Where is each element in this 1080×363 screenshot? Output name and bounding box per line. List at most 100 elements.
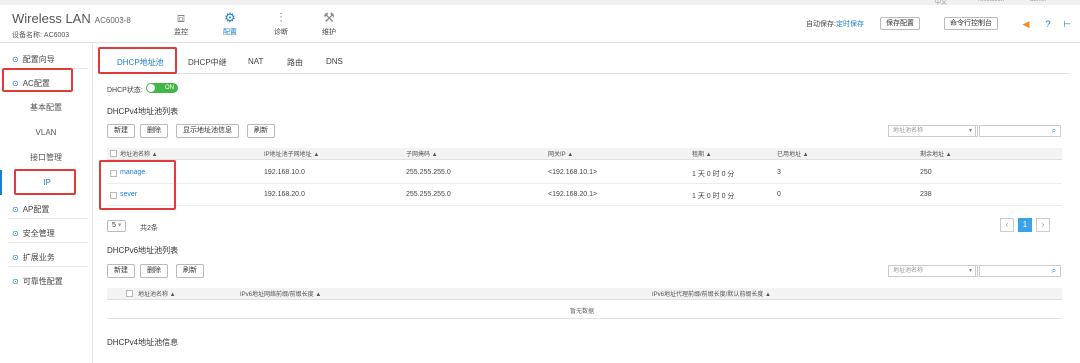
v4-search-field[interactable]: 地址池名称 — [888, 125, 976, 137]
chevron-down-icon[interactable]: ▾ — [964, 125, 978, 137]
row-checkbox[interactable] — [110, 192, 117, 199]
v4-show-info-button[interactable]: 显示地址池信息 — [176, 124, 239, 138]
device-name: 设备名称: AC6003 — [12, 32, 70, 39]
col-gateway[interactable]: 网关IP ▲ — [548, 149, 573, 158]
nav-maintain[interactable]: ⚒ 维护 — [314, 9, 344, 37]
next-page-button[interactable]: › — [1036, 218, 1050, 232]
subnet-cell: 192.168.10.0 — [264, 169, 305, 176]
tab-dhcp-pool[interactable]: DHCP地址池 — [117, 57, 164, 68]
free-cell: 250 — [920, 169, 932, 176]
divider — [8, 266, 88, 267]
monitor-icon: ⧈ — [176, 10, 186, 25]
prev-page-button[interactable]: ‹ — [1000, 218, 1014, 232]
select-all-checkbox[interactable] — [110, 150, 117, 157]
select-all-checkbox[interactable] — [126, 290, 133, 297]
col-pool-name[interactable]: 地址池名称 ▲ — [138, 289, 176, 298]
v6-table-header: 地址池名称 ▲ IPv6地址网络前缀/前缀长度 ▲ IPv6地址代理前缀/前缀长… — [107, 288, 1062, 300]
table-row[interactable]: manage 192.168.10.0 255.255.255.0 <192.1… — [107, 162, 1062, 184]
dhcp-toggle[interactable]: ON — [146, 83, 178, 93]
sidebar: ⊙ 配置向导 ⊙ AC配置 基本配置 VLAN 接口管理 IP ⊙ AP配置 ⊙ 安全管… — [0, 43, 93, 363]
nav-config[interactable]: ⚙ 配置 — [215, 9, 245, 37]
sidebar-sub-ip[interactable]: IP — [0, 170, 92, 195]
sliders-icon: ⫶ — [279, 10, 283, 25]
sidebar-item-security[interactable]: ⊙ 安全管理 — [12, 228, 55, 239]
used-cell: 3 — [777, 169, 781, 176]
brand: Wireless LAN AC6003-8 — [12, 11, 131, 26]
nav-diagnose[interactable]: ⫶ 诊断 — [266, 9, 296, 37]
sidebar-sub-interface[interactable]: 接口管理 — [0, 145, 92, 170]
pool-name-link[interactable]: manage — [120, 169, 145, 176]
row-checkbox[interactable] — [110, 170, 117, 177]
console-button[interactable]: 命令行控制台 — [944, 17, 998, 30]
lease-cell: 1 天 0 时 0 分 — [692, 171, 735, 178]
col-free[interactable]: 剩余地址 ▲ — [920, 149, 952, 158]
autosave-link[interactable]: 定时保存 — [836, 21, 864, 28]
lease-cell: 1 天 0 时 0 分 — [692, 193, 735, 200]
v6-new-button[interactable]: 新建 — [107, 264, 135, 278]
col-subnet[interactable]: IP地址池子网地址 ▲ — [264, 149, 319, 158]
gear-icon: ⚙ — [224, 10, 236, 25]
sidebar-item-ac-config[interactable]: ⊙ AC配置 — [12, 78, 50, 89]
chevron-down-icon[interactable]: ▾ — [964, 265, 978, 277]
col-used[interactable]: 已用地址 ▲ — [777, 149, 809, 158]
tab-dns[interactable]: DNS — [326, 57, 343, 66]
sidebar-sub-vlan[interactable]: VLAN — [0, 120, 92, 145]
col-v6-proxy-prefix[interactable]: IPv6地址代理前缀/前缀长度/默认前缀长度 ▲ — [652, 289, 771, 298]
sidebar-item-extended[interactable]: ⊙ 扩展业务 — [12, 252, 55, 263]
table-row[interactable]: sever 192.168.20.0 255.255.255.0 <192.16… — [107, 184, 1062, 206]
col-v6-prefix[interactable]: IPv6地址网络前缀/前缀长度 ▲ — [240, 289, 321, 298]
nav-monitor[interactable]: ⧈ 监控 — [166, 9, 196, 37]
subnet-cell: 192.168.20.0 — [264, 191, 305, 198]
col-lease[interactable]: 租期 ▲ — [692, 149, 712, 158]
sidebar-item-wizard[interactable]: ⊙ 配置向导 — [12, 54, 55, 65]
gateway-cell: <192.168.10.1> — [548, 169, 598, 176]
tab-dhcp-relay[interactable]: DHCP中继 — [188, 57, 227, 68]
divider — [8, 218, 88, 219]
circle-icon: ⊙ — [12, 205, 19, 214]
col-pool-name[interactable]: 地址池名称 ▲ — [120, 149, 158, 158]
chevron-down-icon: ▾ — [117, 222, 122, 229]
used-cell: 0 — [777, 191, 781, 198]
sidebar-sub-basic[interactable]: 基本配置 — [0, 95, 92, 120]
autosave-status: 自动保存:定时保存 — [806, 21, 864, 28]
page-button-current[interactable]: 1 — [1018, 218, 1032, 232]
circle-icon: ⊙ — [12, 55, 19, 64]
free-cell: 238 — [920, 191, 932, 198]
divider — [8, 242, 88, 243]
pool-name-link[interactable]: sever — [120, 191, 137, 198]
tab-underline — [100, 73, 1070, 74]
search-icon[interactable]: ⌕ — [1048, 125, 1060, 137]
total-count: 共2条 — [140, 225, 158, 232]
table-bottom-line — [107, 318, 1062, 319]
header: Wireless LAN AC6003-8 设备名称: AC6003 ⧈ 监控 ⚙… — [0, 5, 1080, 43]
model-name: AC6003-8 — [94, 16, 131, 25]
back-icon[interactable]: ◀ — [1020, 18, 1032, 30]
mask-cell: 255.255.255.0 — [406, 191, 451, 198]
save-config-button[interactable]: 保存配置 — [880, 17, 920, 30]
circle-icon: ⊙ — [12, 253, 19, 262]
sidebar-item-ap-config[interactable]: ⊙ AP配置 — [12, 204, 49, 215]
divider — [8, 68, 88, 69]
v6-delete-button[interactable]: 删除 — [140, 264, 168, 278]
page-size-select[interactable]: 5 ▾ — [107, 220, 127, 232]
resolution-menu[interactable]: resolution — [978, 0, 1004, 3]
mask-cell: 255.255.255.0 — [406, 169, 451, 176]
circle-icon: ⊙ — [12, 229, 19, 238]
help-icon[interactable]: ? — [1042, 18, 1054, 30]
v4-table-header: 地址池名称 ▲ IP地址池子网地址 ▲ 子网掩码 ▲ 网关IP ▲ 租期 ▲ 已… — [107, 148, 1062, 160]
logout-icon[interactable]: ⊢ — [1061, 18, 1073, 30]
tab-nat[interactable]: NAT — [248, 57, 263, 66]
v6-search-field[interactable]: 地址池名称 — [888, 265, 976, 277]
v4-delete-button[interactable]: 删除 — [140, 124, 168, 138]
dhcpv6-title: DHCPv6地址池列表 — [107, 246, 179, 255]
dhcp-status-label: DHCP状态: — [107, 87, 143, 94]
user-name[interactable]: admin — [1030, 0, 1046, 3]
sidebar-item-reliability[interactable]: ⊙ 可靠性配置 — [12, 276, 63, 287]
v4-new-button[interactable]: 新建 — [107, 124, 135, 138]
tab-route[interactable]: 路由 — [287, 57, 303, 68]
circle-icon: ⊙ — [12, 79, 19, 88]
search-icon[interactable]: ⌕ — [1048, 265, 1060, 277]
v4-refresh-button[interactable]: 刷新 — [247, 124, 275, 138]
v6-refresh-button[interactable]: 刷新 — [176, 264, 204, 278]
col-mask[interactable]: 子网掩码 ▲ — [406, 149, 438, 158]
